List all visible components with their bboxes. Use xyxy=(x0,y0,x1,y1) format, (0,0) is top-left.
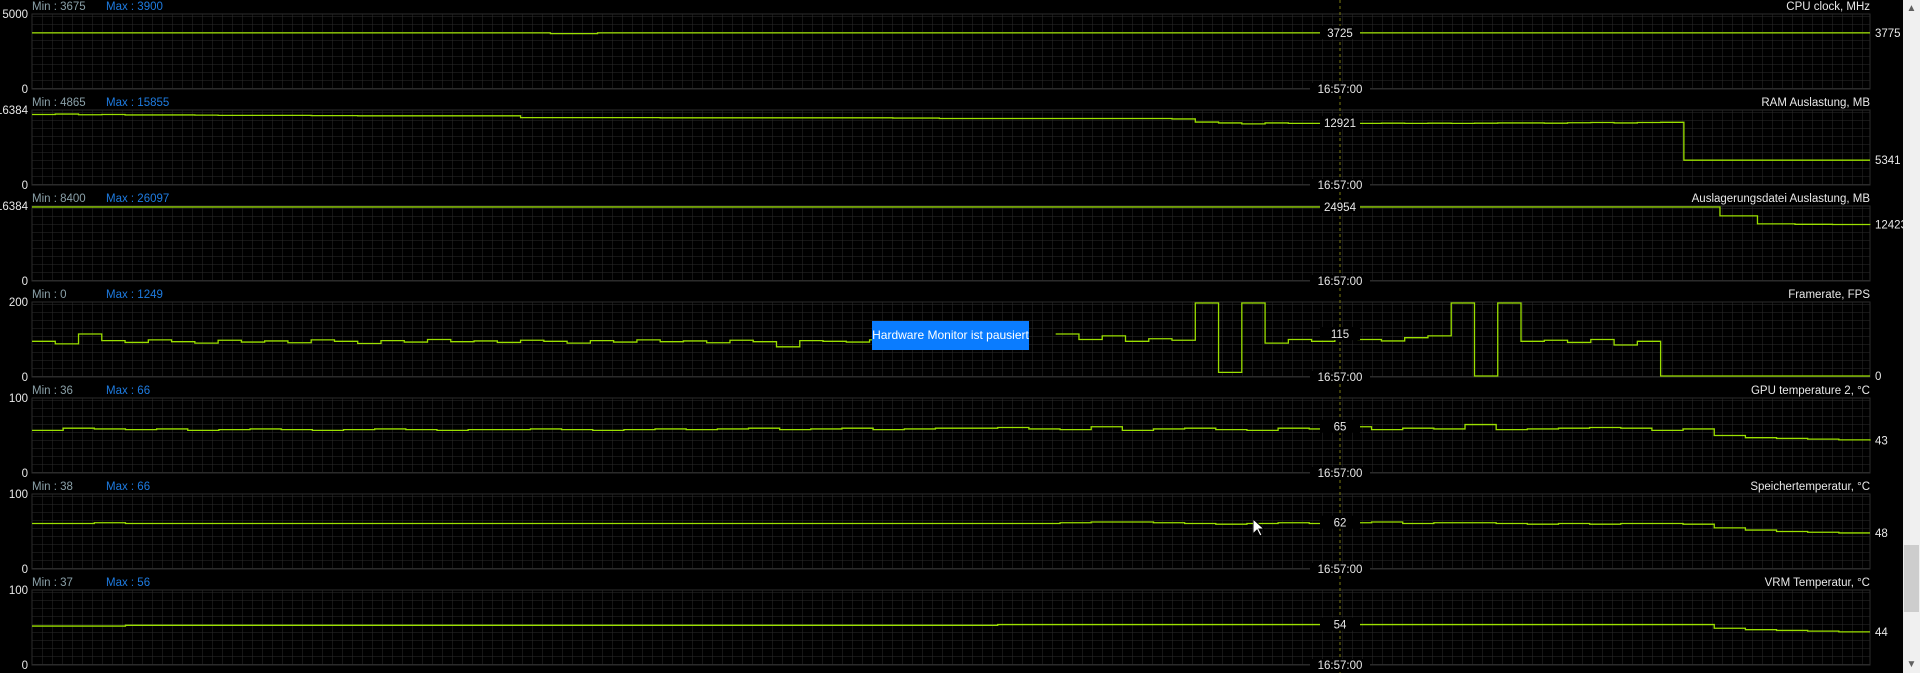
panel-2 xyxy=(31,205,1871,282)
mouse-pointer-icon xyxy=(1253,519,1265,537)
min-label: Min : 37 xyxy=(32,577,73,589)
panel-5 xyxy=(31,493,1871,570)
current-value: 0 xyxy=(1875,371,1881,383)
min-label: Min : 38 xyxy=(32,481,73,493)
time-label: 16:57:00 xyxy=(1318,564,1363,576)
time-label: 16:57:00 xyxy=(1318,276,1363,288)
time-label: 16:57:00 xyxy=(1318,84,1363,96)
min-label: Min : 4865 xyxy=(32,97,86,109)
y-min-label: 0 xyxy=(22,84,28,96)
time-label: 16:57:00 xyxy=(1318,660,1363,672)
min-label: Min : 36 xyxy=(32,385,73,397)
y-min-label: 0 xyxy=(22,564,28,576)
plot-grid xyxy=(31,589,1871,666)
cursor-value: 3725 xyxy=(1327,28,1353,40)
plot-grid xyxy=(31,109,1871,186)
current-value: 43 xyxy=(1875,436,1888,448)
min-label: Min : 0 xyxy=(32,289,67,301)
cursor-value: 24954 xyxy=(1324,202,1357,214)
panel-title: Speichertemperatur, °C xyxy=(1750,481,1870,493)
plot-grid xyxy=(31,13,1871,90)
panel-6 xyxy=(31,589,1871,666)
panel-1 xyxy=(31,109,1871,186)
time-label: 16:57:00 xyxy=(1318,372,1363,384)
max-label: Max : 15855 xyxy=(106,97,169,109)
panel-title: Framerate, FPS xyxy=(1788,289,1870,301)
time-label: 16:57:00 xyxy=(1318,180,1363,192)
scroll-down-icon[interactable]: ▼ xyxy=(1903,656,1920,673)
y-min-label: 0 xyxy=(22,660,28,672)
min-label: Min : 3675 xyxy=(32,1,86,13)
cursor-value: 115 xyxy=(1331,329,1349,341)
current-value: 5341 xyxy=(1875,155,1901,167)
panel-0 xyxy=(31,13,1871,90)
max-label: Max : 3900 xyxy=(106,1,163,13)
current-value: 48 xyxy=(1875,528,1888,540)
max-label: Max : 66 xyxy=(106,481,150,493)
y-max-label: 100 xyxy=(9,393,28,405)
panel-title: GPU temperature 2, °C xyxy=(1751,385,1870,397)
scrollbar-thumb[interactable] xyxy=(1904,545,1919,612)
plot-grid xyxy=(31,205,1871,282)
min-label: Min : 8400 xyxy=(32,193,86,205)
max-label: Max : 1249 xyxy=(106,289,163,301)
cursor-value: 12921 xyxy=(1324,118,1356,130)
y-min-label: 0 xyxy=(22,468,28,480)
time-label: 16:57:00 xyxy=(1318,468,1363,480)
vertical-scrollbar[interactable]: ▲ ▼ xyxy=(1903,0,1920,673)
plot-grid xyxy=(31,397,1871,474)
cursor-value: 62 xyxy=(1334,518,1347,530)
scroll-up-icon[interactable]: ▲ xyxy=(1903,0,1920,17)
current-value: 44 xyxy=(1875,627,1888,639)
current-value: 3775 xyxy=(1875,28,1901,40)
current-value: 12423 xyxy=(1875,220,1903,232)
y-max-label: 16384 xyxy=(0,105,29,117)
panel-title: Auslagerungsdatei Auslastung, MB xyxy=(1692,193,1871,205)
panel-title: RAM Auslastung, MB xyxy=(1761,97,1870,109)
panel-title: CPU clock, MHz xyxy=(1786,1,1870,13)
panel-4 xyxy=(31,397,1871,474)
y-min-label: 0 xyxy=(22,372,28,384)
y-max-label: 100 xyxy=(9,585,28,597)
cursor-value: 65 xyxy=(1334,422,1347,434)
y-max-label: 5000 xyxy=(2,9,28,21)
cursor-value: 54 xyxy=(1334,620,1347,632)
max-label: Max : 66 xyxy=(106,385,150,397)
y-max-label: 200 xyxy=(9,297,28,309)
plot-grid xyxy=(31,493,1871,570)
y-max-label: 100 xyxy=(9,489,28,501)
paused-tooltip: Hardware Monitor ist pausiert xyxy=(872,321,1029,350)
max-label: Max : 56 xyxy=(106,577,150,589)
y-min-label: 0 xyxy=(22,276,28,288)
series-line xyxy=(32,32,1870,35)
max-label: Max : 26097 xyxy=(106,193,169,205)
y-max-label: 16384 xyxy=(0,201,29,213)
panel-title: VRM Temperatur, °C xyxy=(1765,577,1870,589)
y-min-label: 0 xyxy=(22,180,28,192)
